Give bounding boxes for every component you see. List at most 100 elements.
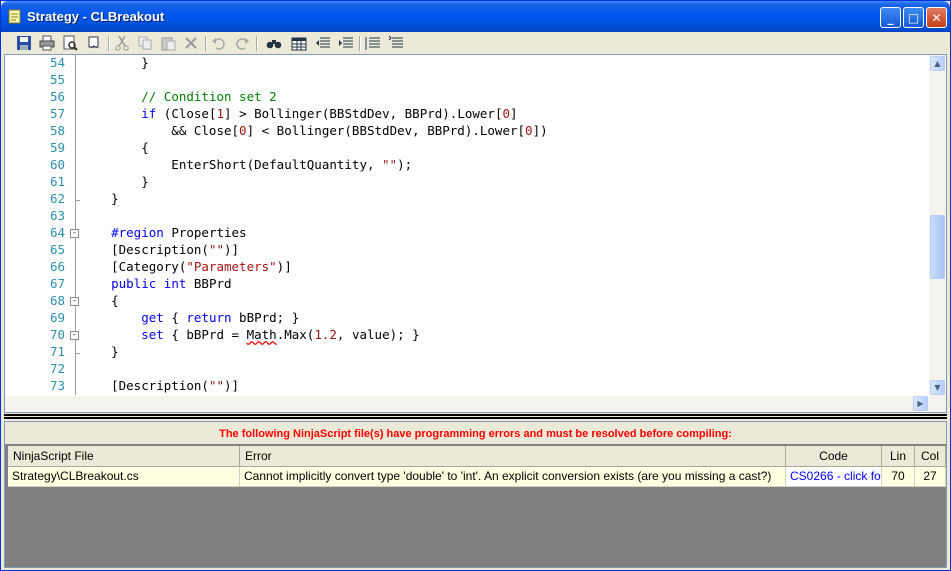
line-number: 55 bbox=[49, 72, 65, 87]
window-title: Strategy - CLBreakout bbox=[27, 9, 165, 24]
error-row-message[interactable]: Cannot implicitly convert type 'double' … bbox=[240, 467, 786, 487]
minimize-icon: _ bbox=[887, 10, 894, 25]
code-line[interactable]: get { return bBPrd; } bbox=[81, 310, 299, 325]
fold-toggle-icon[interactable]: - bbox=[70, 229, 79, 238]
line-number: 63 bbox=[49, 208, 65, 223]
maximize-icon: □ bbox=[907, 10, 920, 25]
fold-guide bbox=[75, 157, 76, 174]
fold-guide bbox=[75, 361, 76, 378]
save-icon[interactable] bbox=[16, 35, 32, 51]
line-number: 69 bbox=[49, 310, 65, 325]
scrollbar-thumb[interactable] bbox=[930, 215, 945, 279]
code-line[interactable]: public int BBPrd bbox=[81, 276, 231, 291]
indent-icon[interactable] bbox=[338, 35, 354, 51]
find-icon[interactable] bbox=[86, 35, 102, 51]
error-row-line[interactable]: 70 bbox=[882, 467, 915, 487]
code-line[interactable]: } bbox=[81, 344, 119, 359]
toolbar-separator bbox=[256, 36, 258, 51]
code-line[interactable]: [Description("")] bbox=[81, 242, 239, 257]
code-editor[interactable]: 54 } 55 56 // Condition set 2 57 if (Close[… bbox=[4, 54, 947, 413]
comment-icon[interactable] bbox=[365, 35, 381, 51]
toolbar bbox=[4, 32, 947, 54]
fold-toggle-icon[interactable]: - bbox=[70, 297, 79, 306]
code-line[interactable]: [Category("Parameters")] bbox=[81, 259, 292, 274]
error-row-col[interactable]: 27 bbox=[915, 467, 946, 487]
line-number: 61 bbox=[49, 174, 65, 189]
fold-toggle-icon[interactable]: - bbox=[70, 331, 79, 340]
line-number: 65 bbox=[49, 242, 65, 257]
code-line[interactable]: } bbox=[81, 191, 119, 206]
col-header-error[interactable]: Error bbox=[240, 446, 786, 467]
find-replace-icon[interactable] bbox=[266, 35, 282, 51]
code-line[interactable]: #region Properties bbox=[81, 225, 246, 240]
code-line[interactable]: set { bBPrd = Math.Max(1.2, value); } bbox=[81, 327, 420, 342]
maximize-button[interactable]: □ bbox=[903, 7, 924, 28]
fold-guide bbox=[75, 378, 76, 395]
code-line[interactable]: } bbox=[81, 55, 149, 70]
copy-icon[interactable] bbox=[137, 35, 153, 51]
line-number: 67 bbox=[49, 276, 65, 291]
fold-end-marker bbox=[75, 200, 80, 201]
error-header: The following NinjaScript file(s) have p… bbox=[5, 422, 946, 444]
code-line[interactable]: if (Close[1] > Bollinger(BBStdDev, BBPrd… bbox=[81, 106, 517, 121]
code-line[interactable]: // Condition set 2 bbox=[81, 89, 276, 104]
fold-end-marker bbox=[75, 353, 80, 354]
line-number: 66 bbox=[49, 259, 65, 274]
title-bar[interactable]: Strategy - CLBreakout _ □ ✕ bbox=[1, 1, 950, 32]
code-line[interactable]: EnterShort(DefaultQuantity, ""); bbox=[81, 157, 412, 172]
col-header-code[interactable]: Code bbox=[786, 446, 882, 467]
uncomment-icon[interactable] bbox=[388, 35, 404, 51]
line-number: 64 bbox=[49, 225, 65, 240]
code-line[interactable]: && Close[0] < Bollinger(BBStdDev, BBPrd)… bbox=[81, 123, 547, 138]
line-number: 54 bbox=[49, 55, 65, 70]
fold-guide bbox=[75, 72, 76, 89]
line-number: 60 bbox=[49, 157, 65, 172]
print-preview-icon[interactable] bbox=[62, 35, 78, 51]
close-button[interactable]: ✕ bbox=[926, 7, 947, 28]
fold-guide bbox=[75, 276, 76, 293]
line-number: 59 bbox=[49, 140, 65, 155]
line-number: 57 bbox=[49, 106, 65, 121]
fold-guide bbox=[75, 55, 76, 72]
scroll-right-button[interactable]: ▶ bbox=[913, 396, 928, 411]
fold-guide bbox=[75, 208, 76, 225]
vertical-scrollbar[interactable]: ▲ ▼ bbox=[929, 55, 946, 396]
calendar-icon[interactable] bbox=[291, 35, 307, 51]
col-header-file[interactable]: NinjaScript File bbox=[8, 446, 240, 467]
fold-guide bbox=[75, 140, 76, 157]
cut-icon[interactable] bbox=[114, 35, 130, 51]
toolbar-separator bbox=[359, 36, 361, 51]
minimize-button[interactable]: _ bbox=[880, 7, 901, 28]
error-row-file[interactable]: Strategy\CLBreakout.cs bbox=[8, 467, 240, 487]
close-icon: ✕ bbox=[931, 10, 942, 25]
fold-guide bbox=[75, 310, 76, 327]
delete-icon[interactable] bbox=[183, 35, 199, 51]
strategy-icon bbox=[8, 9, 21, 24]
code-line[interactable]: { bbox=[81, 140, 149, 155]
print-icon[interactable] bbox=[39, 35, 55, 51]
redo-icon[interactable] bbox=[234, 35, 250, 51]
horizontal-scrollbar[interactable]: ▶ bbox=[5, 396, 946, 412]
panel-splitter[interactable] bbox=[4, 414, 947, 419]
paste-icon[interactable] bbox=[160, 35, 176, 51]
line-number: 58 bbox=[49, 123, 65, 138]
code-line[interactable]: } bbox=[81, 174, 149, 189]
line-number: 62 bbox=[49, 191, 65, 206]
code-line[interactable]: { bbox=[81, 293, 119, 308]
col-header-col[interactable]: Col bbox=[915, 446, 946, 467]
code-line[interactable]: [Description("")] bbox=[81, 378, 239, 393]
line-number: 71 bbox=[49, 344, 65, 359]
fold-guide bbox=[75, 242, 76, 259]
col-header-line[interactable]: Lin bbox=[882, 446, 915, 467]
fold-guide bbox=[75, 89, 76, 106]
toolbar-separator bbox=[108, 36, 110, 51]
scroll-down-button[interactable]: ▼ bbox=[930, 380, 945, 395]
error-panel: The following NinjaScript file(s) have p… bbox=[4, 421, 947, 568]
fold-guide bbox=[75, 174, 76, 191]
undo-icon[interactable] bbox=[211, 35, 227, 51]
outdent-icon[interactable] bbox=[315, 35, 331, 51]
error-code-link[interactable]: CS0266 - click for bbox=[786, 467, 882, 487]
fold-guide bbox=[75, 123, 76, 140]
line-number: 68 bbox=[49, 293, 65, 308]
scroll-up-button[interactable]: ▲ bbox=[930, 56, 945, 71]
